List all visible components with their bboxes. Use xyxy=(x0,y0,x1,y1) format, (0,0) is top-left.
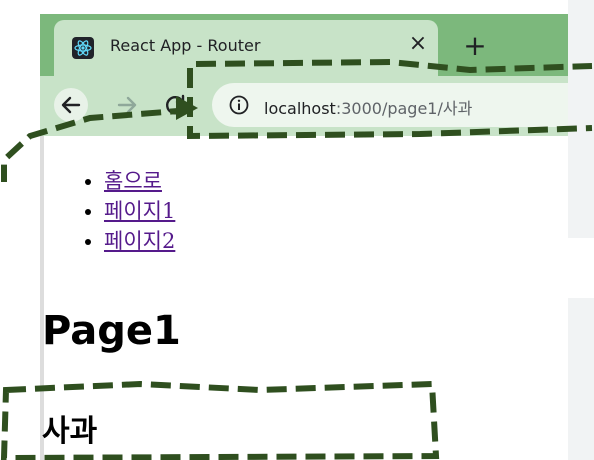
background-strip-top xyxy=(568,0,594,238)
nav-list: 홈으로 페이지1 페이지2 xyxy=(64,166,175,256)
list-item: 페이지2 xyxy=(104,226,175,256)
list-item: 홈으로 xyxy=(104,166,175,196)
browser-toolbar: localhost:3000/page1/사과 xyxy=(40,76,568,136)
reload-button[interactable] xyxy=(158,88,192,122)
nav-link-page2[interactable]: 페이지2 xyxy=(104,229,175,253)
react-logo-icon xyxy=(72,37,94,59)
arrow-right-icon xyxy=(117,96,137,114)
url-path: :3000/page1/사과 xyxy=(335,99,473,118)
background-strip-bottom xyxy=(568,298,594,460)
tab-title: React App - Router xyxy=(110,36,261,55)
tab-react-app[interactable]: React App - Router × xyxy=(54,20,438,76)
new-tab-button[interactable]: + xyxy=(460,32,490,62)
back-button[interactable] xyxy=(54,88,88,122)
address-bar[interactable]: localhost:3000/page1/사과 xyxy=(212,83,568,127)
list-item: 페이지1 xyxy=(104,196,175,226)
forward-button[interactable] xyxy=(110,88,144,122)
page-content: 홈으로 페이지1 페이지2 Page1 사과 xyxy=(40,136,568,460)
nav-link-home[interactable]: 홈으로 xyxy=(104,169,162,193)
info-icon[interactable] xyxy=(228,94,250,116)
close-icon[interactable]: × xyxy=(406,32,430,56)
url-text: localhost:3000/page1/사과 xyxy=(264,95,472,119)
browser-window: React App - Router × + localhost:3000/pa… xyxy=(40,14,568,460)
page-subtitle: 사과 xyxy=(42,414,98,449)
page-title: Page1 xyxy=(42,308,181,354)
nav-link-page1[interactable]: 페이지1 xyxy=(104,199,175,223)
arrow-left-icon xyxy=(61,96,81,114)
reload-icon xyxy=(166,94,185,115)
url-host: localhost xyxy=(264,99,336,118)
tab-strip: React App - Router × + xyxy=(40,14,568,76)
